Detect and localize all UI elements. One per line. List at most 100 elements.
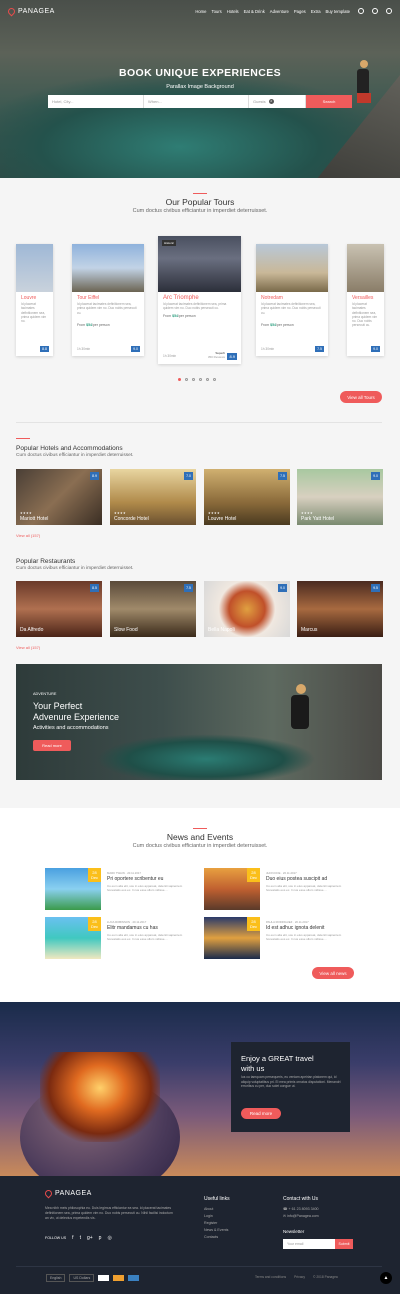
restaurant-card[interactable]: Bella Napoli 9.0 xyxy=(204,581,290,637)
restaurants-view-all-link[interactable]: View all (157) xyxy=(16,645,40,650)
hotel-card[interactable]: ★★★★ Mariott Hotel 8.9 xyxy=(16,469,102,525)
nav-pages[interactable]: Pages xyxy=(294,9,306,14)
chevron-up-icon: ▲ xyxy=(383,1275,389,1281)
newsletter-email-input[interactable]: Your email xyxy=(283,1239,335,1249)
footer-link-contacts[interactable]: Contacts xyxy=(204,1234,228,1241)
back-to-top-button[interactable]: ▲ xyxy=(380,1272,392,1284)
tour-name: Versailles xyxy=(352,295,374,301)
hotel-card[interactable]: ★★★★ Louvre Hotel 7.5 xyxy=(204,469,290,525)
tours-subtitle: Cum doctus civibus efficiantur in imperd… xyxy=(132,208,268,214)
news-subtitle: Cum doctus civibus efficiantur in imperd… xyxy=(132,843,268,849)
adventure-banner: ADVENTURE Your Perfect Advenure Experien… xyxy=(16,664,382,780)
score-badge: 8.9 xyxy=(227,353,237,360)
twitter-icon[interactable]: t xyxy=(80,1235,81,1241)
follow-us-label: FOLLOW US xyxy=(45,1236,67,1240)
carousel-dot[interactable] xyxy=(213,378,216,381)
footer-link-login[interactable]: Login xyxy=(204,1213,228,1220)
score-badge: 7.5 xyxy=(315,346,324,352)
news-title-link[interactable]: Duo eius postea suscipit ad xyxy=(266,876,327,882)
restaurant-card[interactable]: Slow Food 7.5 xyxy=(110,581,196,637)
when-input[interactable]: When... xyxy=(144,95,249,108)
map-pin-icon xyxy=(6,6,17,16)
news-item[interactable]: 28 Dec JHON DOE · 20.11.2017 Duo eius pos… xyxy=(204,868,354,910)
contact-phone[interactable]: + 61 23 8093 3400 xyxy=(288,1207,318,1211)
tour-card[interactable]: Louvre Id placerat tacimates definitione… xyxy=(16,244,53,356)
carousel-dot[interactable] xyxy=(199,378,202,381)
tour-name: Arc Triomphe xyxy=(163,295,199,301)
score-badge: 9.0 xyxy=(371,346,380,352)
score-badge: 8.8 xyxy=(40,346,49,352)
adventure-read-more-button[interactable]: Read more xyxy=(33,740,71,751)
cart-icon[interactable] xyxy=(358,8,364,14)
search-button[interactable]: Search xyxy=(306,95,352,108)
guests-input[interactable]: Guests 2 xyxy=(249,95,306,108)
hotel-card[interactable]: ★★★★ Park Yatt Hotel 9.0 xyxy=(297,469,383,525)
news-item[interactable]: 28 Dec PAULA RODRIGUEZ · 20.11.2017 Id es… xyxy=(204,917,354,959)
language-select[interactable]: English xyxy=(46,1274,66,1282)
user-icon[interactable] xyxy=(372,8,378,14)
adventure-title: Your Perfect xyxy=(33,701,83,711)
carousel-dot[interactable] xyxy=(192,378,195,381)
news-title-link[interactable]: Pri oportere scribentur eu xyxy=(107,876,163,882)
hotel-card[interactable]: ★★★★ Concorde Hotel 7.0 xyxy=(110,469,196,525)
footer-link-about[interactable]: About xyxy=(204,1206,228,1213)
news-title-link[interactable]: Elitr mandamus cu has xyxy=(107,925,158,931)
restaurant-card[interactable]: Marcus 9.5 xyxy=(297,581,383,637)
nav-hotels[interactable]: Hotels xyxy=(227,9,239,14)
tour-card-featured[interactable]: Historic Arc Triomphe Id placerat tacima… xyxy=(158,236,241,364)
useful-links-list: About Login Register News & Events Conta… xyxy=(204,1206,228,1241)
heart-icon[interactable] xyxy=(386,8,392,14)
adventure-label: ADVENTURE xyxy=(33,692,57,696)
map-pin-icon xyxy=(43,1188,54,1199)
nav-extra[interactable]: Extra xyxy=(311,9,321,14)
carousel-dot[interactable] xyxy=(206,378,209,381)
mastercard-icon xyxy=(113,1275,125,1281)
currency-select[interactable]: US Dollars xyxy=(69,1274,95,1282)
news-item[interactable]: 28 Dec LUCA ROBINSON · 20.11.2017 Elitr m… xyxy=(45,917,195,959)
view-all-tours-button[interactable]: View all Tours xyxy=(340,391,382,403)
news-item[interactable]: 28 Dec MARK TWAIN · 20.11.2017 Pri oporte… xyxy=(45,868,195,910)
copyright-text: © 2018 Panagea xyxy=(312,1275,338,1279)
tour-card[interactable]: Versailles Id placerat tacimates definit… xyxy=(347,244,384,356)
google-plus-icon[interactable]: g+ xyxy=(87,1235,93,1241)
restaurants-subtitle: Cum doctus civibus efficiantur in imperd… xyxy=(16,566,134,571)
news-title: News and Events xyxy=(166,832,234,842)
top-navbar: PANAGEA Home Tours Hotels Eat & Drink Ad… xyxy=(0,0,400,22)
restaurant-card[interactable]: Da Alfredo 8.5 xyxy=(16,581,102,637)
terms-link[interactable]: Terms and conditions xyxy=(255,1275,286,1279)
score-badge: 9.0 xyxy=(131,346,140,352)
news-title-link[interactable]: Id est adhuc ignota delenit xyxy=(266,925,324,931)
hotels-view-all-link[interactable]: View all (157) xyxy=(16,533,40,538)
footer-logo[interactable]: PANAGEA xyxy=(43,1188,92,1199)
footer-link-news[interactable]: News & Events xyxy=(204,1227,228,1234)
cta-read-more-button[interactable]: Read more xyxy=(241,1108,281,1119)
instagram-icon[interactable]: ◎ xyxy=(107,1235,111,1241)
main-nav: Home Tours Hotels Eat & Drink Adventure … xyxy=(195,8,392,14)
cta-box: Enjoy a GREAT travel with us Ius cu tamq… xyxy=(231,1042,350,1132)
nav-eat-drink[interactable]: Eat & Drink xyxy=(244,9,265,14)
nav-home[interactable]: Home xyxy=(195,9,206,14)
footer-about: Mea nibh meis philosophia eu. Duis legim… xyxy=(45,1206,173,1220)
carousel-dot[interactable] xyxy=(178,378,181,381)
adventure-subtitle: Activities and accommodations xyxy=(33,725,109,731)
search-bar: Hotel, City... When... Guests 2 Search xyxy=(48,95,352,108)
hotel-city-input[interactable]: Hotel, City... xyxy=(48,95,144,108)
nav-buy-template[interactable]: Buy template xyxy=(326,9,350,14)
carousel-dot[interactable] xyxy=(185,378,188,381)
privacy-link[interactable]: Privacy xyxy=(294,1275,305,1279)
pinterest-icon[interactable]: p xyxy=(99,1235,102,1241)
contact-email[interactable]: info@Panagea.com xyxy=(287,1214,319,1218)
tour-card[interactable]: Notredam Id placerat tacimates definitio… xyxy=(256,244,328,356)
tours-title: Our Popular Tours xyxy=(165,197,235,207)
tour-card[interactable]: Tour Eiffel Id placerat tacimates defini… xyxy=(72,244,144,356)
nav-tours[interactable]: Tours xyxy=(211,9,221,14)
footer: PANAGEA Mea nibh meis philosophia eu. Du… xyxy=(0,1176,400,1294)
view-all-news-button[interactable]: View all news xyxy=(312,967,354,979)
facebook-icon[interactable]: f xyxy=(72,1235,73,1241)
logo[interactable]: PANAGEA xyxy=(6,6,55,16)
cta-title: Enjoy a GREAT travel xyxy=(241,1054,314,1063)
tour-image xyxy=(72,244,144,292)
nav-adventure[interactable]: Adventure xyxy=(270,9,289,14)
footer-link-register[interactable]: Register xyxy=(204,1220,228,1227)
newsletter-submit-button[interactable]: Submit xyxy=(335,1239,353,1249)
